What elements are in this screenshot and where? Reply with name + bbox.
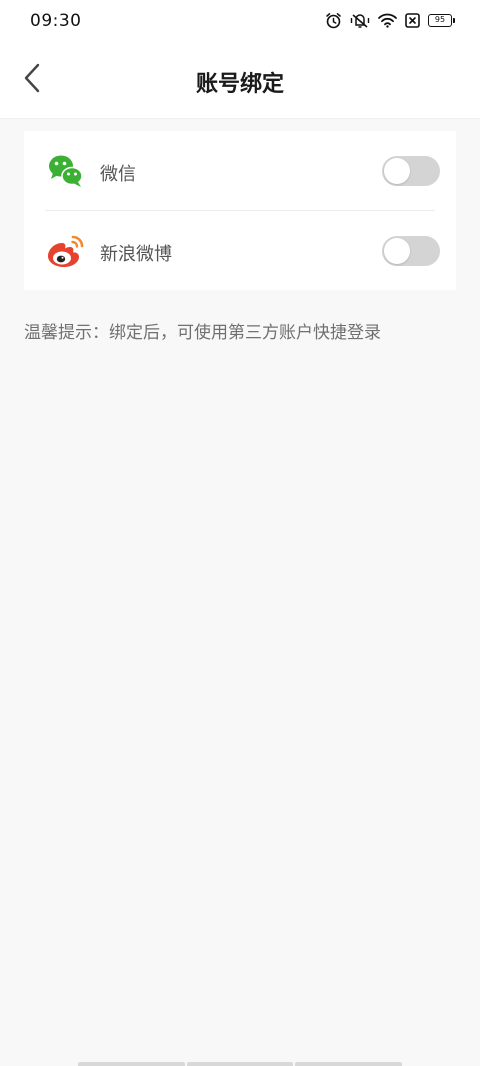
page-title: 账号绑定 (195, 72, 284, 97)
navigation-bar: 账号绑定 (0, 44, 480, 119)
binding-row-weibo: 新浪微博 (24, 211, 456, 290)
status-bar: 09:30 95 (0, 0, 480, 44)
status-time: 09:30 (30, 11, 82, 31)
binding-hint: 温馨提示：绑定后，可使用第三方账户快捷登录 (24, 323, 381, 343)
binding-row-wechat: 微信 (24, 131, 456, 210)
weibo-toggle[interactable] (382, 236, 440, 266)
status-icons: 95 (325, 12, 455, 29)
home-indicator-segment (78, 1062, 185, 1066)
wechat-icon (46, 151, 86, 191)
sim-blocked-icon (405, 13, 420, 28)
battery-icon: 95 (428, 14, 455, 27)
weibo-label: 新浪微博 (100, 244, 172, 265)
toggle-knob (384, 158, 410, 184)
home-indicator-segment (295, 1062, 403, 1066)
vibrate-mute-icon (350, 12, 370, 29)
home-indicator (78, 1062, 403, 1066)
wechat-toggle[interactable] (382, 156, 440, 186)
wifi-icon (378, 13, 397, 28)
alarm-icon (325, 12, 342, 29)
toggle-knob (384, 238, 410, 264)
wechat-label: 微信 (100, 164, 136, 185)
weibo-icon (46, 231, 86, 271)
home-indicator-segment (186, 1062, 294, 1066)
binding-list: 微信 新浪微博 (24, 131, 456, 290)
